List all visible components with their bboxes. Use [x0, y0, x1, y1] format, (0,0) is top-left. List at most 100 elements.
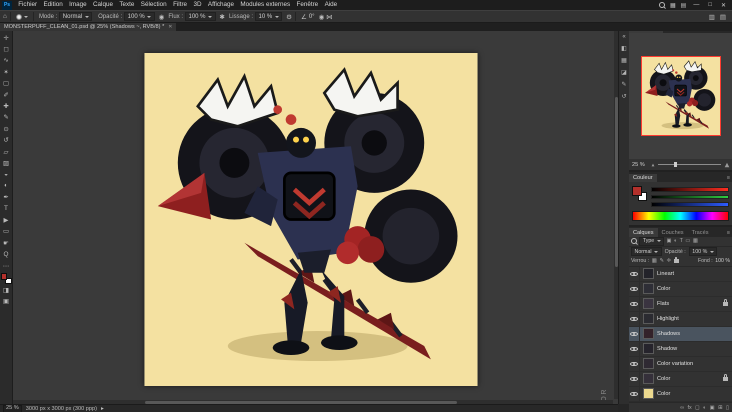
menu-calque[interactable]: Calque	[90, 0, 116, 10]
symmetry-icon[interactable]: ⋈	[326, 13, 333, 21]
layer-row[interactable]: Color	[629, 386, 732, 402]
brushes-panel-icon[interactable]: ▤	[720, 13, 726, 21]
layer-row[interactable]: Flats	[629, 296, 732, 312]
pressure-size-icon[interactable]: ◉	[319, 13, 325, 21]
status-menu-arrow-icon[interactable]: ▸	[101, 406, 104, 412]
layer-thumbnail[interactable]	[643, 298, 654, 310]
layers-opacity-select[interactable]: 100 %	[688, 247, 718, 257]
workspace-icon[interactable]: ▤	[681, 2, 687, 9]
smoothing-select[interactable]: 10 %	[254, 12, 283, 21]
document-tab[interactable]: MONSTERPUFF_CLEAN_01.psd @ 25% (Shadows …	[0, 23, 177, 31]
document-artwork[interactable]	[144, 53, 478, 386]
mode-select[interactable]: Normal	[59, 12, 93, 21]
layer-row[interactable]: Shadow	[629, 341, 732, 357]
zoom-in-icon[interactable]	[724, 162, 730, 167]
tab-couleur[interactable]: Couleur	[629, 173, 657, 182]
screen-mode-icon[interactable]: ▣	[1, 296, 12, 307]
quick-selection-tool[interactable]: ✶	[1, 66, 12, 77]
menu-fichier[interactable]: Fichier	[15, 0, 40, 10]
layer-thumbnail[interactable]	[643, 313, 654, 325]
dodge-tool[interactable]: ◐	[1, 180, 12, 191]
hand-tool[interactable]: ☛	[1, 237, 12, 248]
menu-image[interactable]: Image	[66, 0, 90, 10]
crop-tool[interactable]: ▢	[1, 78, 12, 89]
arrange-windows-icon[interactable]: ▦	[670, 2, 676, 9]
color-spectrum-bar[interactable]	[632, 210, 729, 221]
collapse-panels-icon[interactable]: «	[622, 34, 625, 40]
visibility-eye-icon[interactable]	[630, 375, 638, 382]
airbrush-icon[interactable]: ✱	[220, 13, 225, 21]
brushes-panel-icon[interactable]: ✎	[621, 81, 626, 88]
tab-traces[interactable]: Tracés	[688, 228, 713, 237]
foreground-color-swatch[interactable]	[0, 273, 7, 280]
healing-brush-tool[interactable]: ✚	[1, 100, 12, 111]
brush-preset-picker[interactable]	[14, 13, 30, 20]
layer-row[interactable]: Color	[629, 281, 732, 297]
history-panel-icon[interactable]: ↺	[621, 93, 626, 100]
link-layers-icon[interactable]: ∞	[680, 405, 684, 411]
adjustment-layer-icon[interactable]: ◐	[703, 405, 706, 411]
status-zoom-field[interactable]: 25 %	[3, 404, 22, 412]
pen-tool[interactable]: ✒	[1, 191, 12, 202]
minimize-button[interactable]: —	[691, 2, 701, 8]
menu-modules-externes[interactable]: Modules externes	[237, 0, 293, 10]
filter-shape-layers-icon[interactable]: ▭	[685, 238, 690, 244]
layer-row-selected[interactable]: Shadows	[629, 326, 732, 342]
filter-type-select[interactable]: Type	[639, 236, 665, 246]
menu-filtre[interactable]: Filtre	[170, 0, 190, 10]
panel-menu-icon[interactable]: ≡	[727, 230, 732, 237]
slider-knob[interactable]	[674, 161, 678, 168]
brush-angle-control[interactable]: ∠ 0°	[299, 13, 317, 21]
zoom-out-icon[interactable]	[651, 163, 655, 166]
blend-mode-select[interactable]: Normal	[631, 247, 662, 257]
close-button[interactable]: ✕	[719, 2, 728, 9]
visibility-eye-icon[interactable]	[630, 345, 638, 352]
slider-track[interactable]	[658, 164, 721, 166]
visibility-eye-icon[interactable]	[630, 330, 638, 337]
clone-stamp-tool[interactable]: ⊙	[1, 123, 12, 134]
layer-effects-icon[interactable]: fx	[688, 405, 692, 411]
eraser-tool[interactable]: ▱	[1, 146, 12, 157]
blur-tool[interactable]: ◒	[1, 169, 12, 180]
menu-3d[interactable]: 3D	[190, 0, 204, 10]
layer-mask-icon[interactable]: ◻	[695, 405, 699, 411]
eyedropper-tool[interactable]: ✐	[1, 89, 12, 100]
new-group-icon[interactable]: ▣	[710, 405, 715, 411]
color-panel-icon[interactable]: ◧	[621, 45, 627, 52]
fill-value[interactable]: 100 %	[715, 258, 730, 264]
filter-adjustment-layers-icon[interactable]: ◐	[674, 238, 677, 244]
menu-affichage[interactable]: Affichage	[205, 0, 238, 10]
properties-panel-icon[interactable]: ◪	[621, 69, 627, 76]
brush-settings-panel-icon[interactable]: ▥	[709, 13, 715, 21]
search-icon[interactable]	[659, 2, 665, 8]
flow-select[interactable]: 100 %	[185, 12, 216, 21]
visibility-eye-icon[interactable]	[630, 360, 638, 367]
lock-paint-icon[interactable]: ✎	[659, 258, 664, 264]
blue-ramp-slider[interactable]	[651, 202, 729, 207]
filter-type-layers-icon[interactable]: T	[680, 238, 683, 244]
maximize-button[interactable]: □	[706, 2, 714, 8]
marquee-tool[interactable]: ◻	[1, 43, 12, 54]
lock-transparency-icon[interactable]: ▦	[652, 258, 657, 264]
zoom-tool[interactable]: Q	[1, 248, 12, 259]
panel-menu-icon[interactable]: ≡	[727, 175, 732, 182]
layer-thumbnail[interactable]	[643, 358, 654, 370]
menu-fenetre[interactable]: Fenêtre	[293, 0, 321, 10]
gradient-tool[interactable]: ▨	[1, 157, 12, 168]
navigator-proxy-view[interactable]	[640, 56, 721, 136]
home-icon[interactable]: ⌂	[3, 13, 7, 20]
visibility-eye-icon[interactable]	[630, 315, 638, 322]
filter-pixel-layers-icon[interactable]: ▣	[667, 238, 672, 244]
swatches-panel-icon[interactable]: ▦	[621, 57, 627, 64]
lock-all-icon[interactable]	[673, 256, 679, 264]
delete-layer-icon[interactable]: ▯	[726, 405, 729, 411]
tab-calques[interactable]: Calques	[629, 228, 658, 237]
visibility-eye-icon[interactable]	[630, 285, 638, 292]
layer-thumbnail[interactable]	[643, 373, 654, 385]
pressure-opacity-icon[interactable]: ◉	[159, 13, 165, 21]
tab-close-icon[interactable]: ✕	[168, 24, 172, 30]
layer-thumbnail[interactable]	[643, 343, 654, 355]
navigator-zoom-value[interactable]: 25 %	[632, 162, 648, 168]
search-icon[interactable]	[631, 238, 637, 245]
move-tool[interactable]: ✛	[1, 32, 12, 43]
